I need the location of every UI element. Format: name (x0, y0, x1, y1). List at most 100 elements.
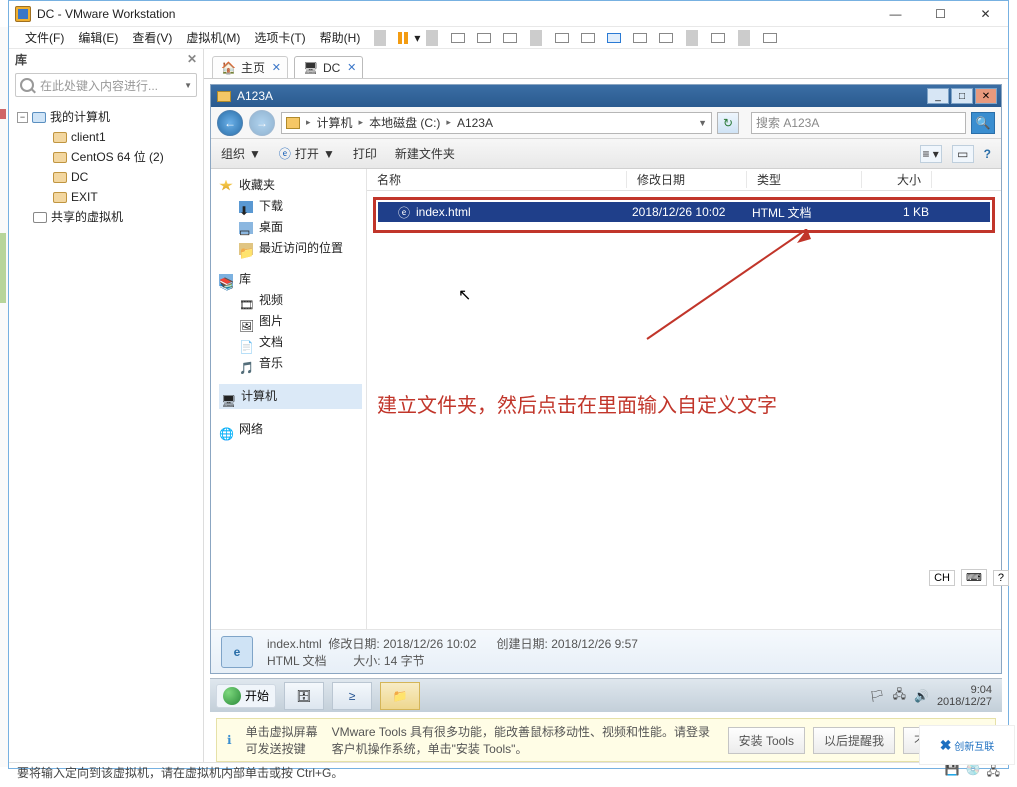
tree-computer[interactable]: 🖥计算机 (219, 384, 362, 409)
vm-dc[interactable]: DC (71, 167, 88, 187)
libraries-node[interactable]: 库 (239, 269, 251, 290)
library-search[interactable]: 在此处键入内容进行... ▼ (15, 73, 197, 97)
tree-music[interactable]: 🎵音乐 (219, 353, 362, 374)
file-pane: 名称 修改日期 类型 大小 ⓔindex.html 2018/12/26 10:… (367, 169, 1001, 629)
titlebar[interactable]: DC - VMware Workstation — ☐ ✕ (9, 1, 1008, 27)
favorites-node[interactable]: 收藏夹 (239, 175, 275, 196)
unity-icon[interactable] (708, 29, 728, 47)
view2-icon[interactable] (578, 29, 598, 47)
expand-icon[interactable]: − (17, 112, 28, 123)
taskbar-powershell-icon[interactable]: ≥ (332, 682, 372, 710)
keyboard-icon[interactable]: ⌨ (961, 569, 987, 586)
addr-dropdown-icon[interactable]: ▼ (698, 118, 707, 128)
vm-icon (53, 152, 67, 163)
pause-button[interactable]: ▾ (396, 29, 416, 47)
new-folder-button[interactable]: 新建文件夹 (395, 145, 455, 162)
view1-icon[interactable] (552, 29, 572, 47)
vm-icon (53, 172, 67, 183)
file-row[interactable]: ⓔindex.html 2018/12/26 10:02 HTML 文档 1 K… (378, 202, 990, 222)
print-button[interactable]: 打印 (353, 145, 377, 162)
menu-help[interactable]: 帮助(H) (314, 27, 367, 48)
explorer-search[interactable]: 搜索 A123A (751, 112, 966, 134)
menu-edit[interactable]: 编辑(E) (72, 27, 124, 48)
menu-file[interactable]: 文件(F) (19, 27, 70, 48)
col-date[interactable]: 修改日期 (627, 171, 747, 188)
preview-pane-button[interactable]: ▭ (952, 145, 974, 163)
refresh-button[interactable]: ↻ (717, 112, 739, 134)
explorer-window: A123A _ □ ✕ ← → ▸ 计算机▸ (210, 84, 1002, 674)
mouse-cursor-icon: ↖ (458, 285, 471, 305)
maximize-button[interactable]: ☐ (918, 1, 963, 27)
menu-view[interactable]: 查看(V) (126, 27, 178, 48)
tree-documents[interactable]: 📄文档 (219, 332, 362, 353)
explorer-title: A123A (237, 89, 273, 103)
menu-tabs[interactable]: 选项卡(T) (248, 27, 311, 48)
menu-vm[interactable]: 虚拟机(M) (180, 27, 246, 48)
col-size[interactable]: 大小 (862, 171, 932, 188)
exp-max-button[interactable]: □ (951, 88, 973, 104)
tray-network-icon[interactable]: 🖧 (893, 685, 906, 706)
column-headers[interactable]: 名称 修改日期 类型 大小 (367, 169, 1001, 191)
tab-close-icon[interactable]: ✕ (272, 61, 281, 74)
snapshot-icon[interactable] (448, 29, 468, 47)
view-mode-button[interactable]: ≡ ▾ (920, 145, 942, 163)
info-icon: ℹ (227, 733, 232, 747)
view3-icon[interactable] (604, 29, 624, 47)
start-button[interactable]: 开始 (216, 684, 276, 708)
view4-icon[interactable] (630, 29, 650, 47)
status-disk-icon[interactable]: 💾 (945, 762, 960, 783)
search-dropdown-icon[interactable]: ▼ (184, 81, 192, 90)
install-tools-button[interactable]: 安装 Tools (728, 727, 805, 754)
snapshot2-icon[interactable] (474, 29, 494, 47)
tab-dc[interactable]: 🖥DC✕ (294, 56, 363, 78)
open-button[interactable]: ⓔ 打开 ▼ (279, 145, 335, 162)
extra-icon[interactable] (760, 29, 780, 47)
snapshot3-icon[interactable] (500, 29, 520, 47)
explorer-tree: 收藏夹 ⬇下载 ▭桌面 📁最近访问的位置 📚库 🎞视频 🖼图片 📄文档 🎵音乐 … (211, 169, 367, 629)
status-net-icon[interactable]: 🖧 (987, 762, 1000, 783)
tree-my-computer[interactable]: 我的计算机 (50, 107, 110, 127)
organize-button[interactable]: 组织 ▼ (221, 145, 261, 162)
nav-back-button[interactable]: ← (217, 110, 243, 136)
library-close-icon[interactable]: ✕ (187, 52, 197, 66)
taskbar-explorer-icon[interactable]: 📁 (380, 682, 420, 710)
vm-tab-icon: 🖥 (303, 61, 317, 75)
col-type[interactable]: 类型 (747, 171, 862, 188)
remind-later-button[interactable]: 以后提醒我 (813, 727, 895, 754)
address-bar[interactable]: ▸ 计算机▸ 本地磁盘 (C:)▸ A123A ▼ (281, 112, 712, 134)
tree-desktop[interactable]: ▭桌面 (219, 217, 362, 238)
tab-home[interactable]: 🏠主页✕ (212, 56, 288, 78)
col-name[interactable]: 名称 (367, 171, 627, 188)
tab-close-icon[interactable]: ✕ (347, 61, 356, 74)
vm-client1[interactable]: client1 (71, 127, 106, 147)
tree-recent[interactable]: 📁最近访问的位置 (219, 238, 362, 259)
windows-orb-icon (223, 687, 241, 705)
close-button[interactable]: ✕ (963, 1, 1008, 27)
vmware-window: DC - VMware Workstation — ☐ ✕ 文件(F) 编辑(E… (8, 0, 1009, 769)
vm-centos[interactable]: CentOS 64 位 (2) (71, 147, 164, 167)
lang-indicator[interactable]: CH (929, 570, 955, 586)
tree-network[interactable]: 🌐网络 (219, 419, 362, 440)
minimize-button[interactable]: — (873, 1, 918, 27)
tray-flag-icon[interactable]: 🏳 (869, 689, 884, 703)
tree-downloads[interactable]: ⬇下载 (219, 196, 362, 217)
tree-shared[interactable]: 共享的虚拟机 (51, 207, 123, 227)
tray-clock[interactable]: 9:042018/12/27 (937, 684, 992, 708)
taskbar-server-icon[interactable]: 🗄 (284, 682, 324, 710)
vm-exit[interactable]: EXIT (71, 187, 98, 207)
nav-fwd-button[interactable]: → (249, 110, 275, 136)
exp-close-button[interactable]: ✕ (975, 88, 997, 104)
search-button[interactable]: 🔍 (971, 112, 995, 134)
annotation-box: ⓔindex.html 2018/12/26 10:02 HTML 文档 1 K… (373, 197, 995, 233)
explorer-titlebar[interactable]: A123A _ □ ✕ (211, 85, 1001, 107)
help-icon[interactable]: ? (984, 147, 991, 161)
guest-screen[interactable]: A123A _ □ ✕ ← → ▸ 计算机▸ (204, 79, 1008, 762)
exp-min-button[interactable]: _ (927, 88, 949, 104)
tree-videos[interactable]: 🎞视频 (219, 290, 362, 311)
view5-icon[interactable] (656, 29, 676, 47)
status-cd-icon[interactable]: 💿 (966, 762, 981, 783)
tree-pictures[interactable]: 🖼图片 (219, 311, 362, 332)
lang-help-icon[interactable]: ? (993, 570, 1009, 586)
tray-sound-icon[interactable]: 🔊 (914, 689, 929, 703)
ie-file-icon: e (221, 636, 253, 668)
